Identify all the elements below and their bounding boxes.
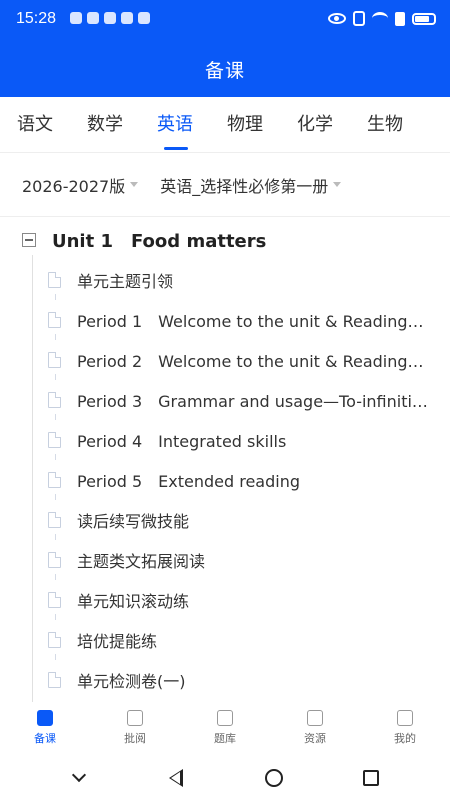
recents-icon	[363, 770, 380, 786]
system-icons	[328, 11, 436, 26]
tab-subject[interactable]: 物理	[210, 97, 280, 152]
nav-item[interactable]: 我的	[360, 702, 450, 756]
signal-icon	[395, 11, 405, 26]
nav-item[interactable]: 批阅	[90, 702, 180, 756]
notification-icon	[87, 12, 99, 24]
lesson-item-label: 单元主题引领	[77, 272, 174, 291]
top-bar: 15:28 备课	[0, 0, 450, 97]
lesson-item-label: Period 4 Integrated skills	[77, 432, 287, 451]
lesson-item-label: 培优提能练	[77, 632, 158, 651]
nav-item-label: 题库	[214, 732, 236, 745]
lesson-item-label: Period 5 Extended reading	[77, 472, 301, 491]
document-icon	[48, 632, 61, 648]
document-icon	[48, 312, 61, 328]
document-icon	[48, 272, 61, 288]
lesson-item-label: 单元检测卷(一)	[77, 672, 186, 691]
lesson-item[interactable]: 培优提能练	[0, 620, 450, 660]
lesson-item-label: 主题类文拓展阅读	[77, 552, 206, 571]
filter-bar: 2026-2027版 英语_选择性必修第一册	[0, 153, 450, 217]
page-title: 备课	[204, 60, 245, 82]
notification-icon	[121, 12, 133, 24]
tab-subject[interactable]: 语文	[0, 97, 70, 152]
recents-button[interactable]	[351, 758, 391, 798]
nav-item-label: 批阅	[124, 732, 146, 745]
back-icon	[169, 769, 184, 787]
system-nav-bar	[0, 756, 450, 800]
nav-item[interactable]: 资源	[270, 702, 360, 756]
chapter-tree: Unit 1 Food matters 单元主题引领 Period 1 Welco…	[0, 217, 450, 702]
notification-icon	[104, 12, 116, 24]
lesson-item-label: Period 3 Grammar and usage—To-infiniti…	[77, 392, 428, 411]
notification-icon	[138, 12, 150, 24]
lesson-list: 单元主题引领 Period 1 Welcome to the unit & Rea…	[0, 260, 450, 700]
document-icon	[48, 472, 61, 488]
document-icon	[48, 592, 61, 608]
lesson-item[interactable]: Period 4 Integrated skills	[0, 420, 450, 460]
nav-item[interactable]: 备课	[0, 702, 90, 756]
document-icon	[48, 512, 61, 528]
collapse-icon[interactable]	[22, 233, 36, 247]
chevron-down-icon	[71, 767, 86, 783]
document-icon	[48, 392, 61, 408]
status-bar: 15:28	[0, 0, 450, 40]
status-time: 15:28	[16, 10, 57, 27]
document-icon	[48, 552, 61, 568]
hide-nav-button[interactable]	[59, 758, 99, 798]
grading-icon	[127, 710, 143, 726]
tab-subject[interactable]: 数学	[70, 97, 140, 152]
chevron-down-icon	[333, 182, 342, 187]
unit-title: Unit 1 Food matters	[52, 231, 267, 252]
nfc-icon	[353, 11, 365, 26]
nav-item-label: 备课	[34, 732, 56, 745]
home-button[interactable]	[254, 758, 294, 798]
wifi-icon	[372, 12, 388, 25]
chevron-down-icon	[130, 182, 139, 187]
lesson-item-label: 读后续写微技能	[77, 512, 190, 531]
lesson-item[interactable]: 单元主题引领	[0, 260, 450, 300]
home-icon	[264, 769, 283, 787]
document-icon	[48, 352, 61, 368]
nav-item-label: 我的	[394, 732, 416, 745]
subject-tabs: 语文 数学 英语 物理 化学 生物	[0, 97, 450, 153]
lesson-item[interactable]: Period 1 Welcome to the unit & Reading…	[0, 300, 450, 340]
lesson-item[interactable]: 读后续写微技能	[0, 500, 450, 540]
back-button[interactable]	[156, 758, 196, 798]
eye-icon	[328, 13, 346, 24]
tab-subject[interactable]: 英语	[140, 97, 210, 152]
book-label: 英语_选择性必修第一册	[160, 176, 329, 196]
profile-icon	[397, 710, 413, 726]
lesson-item[interactable]: Period 2 Welcome to the unit & Reading…	[0, 340, 450, 380]
unit-header[interactable]: Unit 1 Food matters	[22, 229, 267, 252]
battery-icon	[412, 12, 436, 25]
nav-item-label: 资源	[304, 732, 326, 745]
bottom-nav: 备课 批阅 题库 资源 我的	[0, 702, 450, 756]
lesson-item-label: 单元知识滚动练	[77, 592, 190, 611]
lesson-item[interactable]: 主题类文拓展阅读	[0, 540, 450, 580]
tab-subject[interactable]: 化学	[280, 97, 350, 152]
resources-icon	[307, 710, 323, 726]
edition-label: 2026-2027版	[22, 176, 126, 196]
lesson-prep-icon	[37, 710, 53, 726]
lesson-item-label: Period 1 Welcome to the unit & Reading…	[77, 312, 424, 331]
lesson-item[interactable]: 单元检测卷(一)	[0, 660, 450, 700]
question-bank-icon	[217, 710, 233, 726]
notification-icon	[70, 12, 82, 24]
document-icon	[48, 432, 61, 448]
edition-dropdown[interactable]: 2026-2027版	[22, 173, 139, 197]
lesson-item-label: Period 2 Welcome to the unit & Reading…	[77, 352, 424, 371]
book-dropdown[interactable]: 英语_选择性必修第一册	[160, 173, 342, 197]
document-icon	[48, 672, 61, 688]
nav-item[interactable]: 题库	[180, 702, 270, 756]
notification-icons	[70, 12, 150, 24]
lesson-item[interactable]: 单元知识滚动练	[0, 580, 450, 620]
lesson-item[interactable]: Period 5 Extended reading	[0, 460, 450, 500]
tab-subject[interactable]: 生物	[350, 97, 420, 152]
lesson-item[interactable]: Period 3 Grammar and usage—To-infiniti…	[0, 380, 450, 420]
